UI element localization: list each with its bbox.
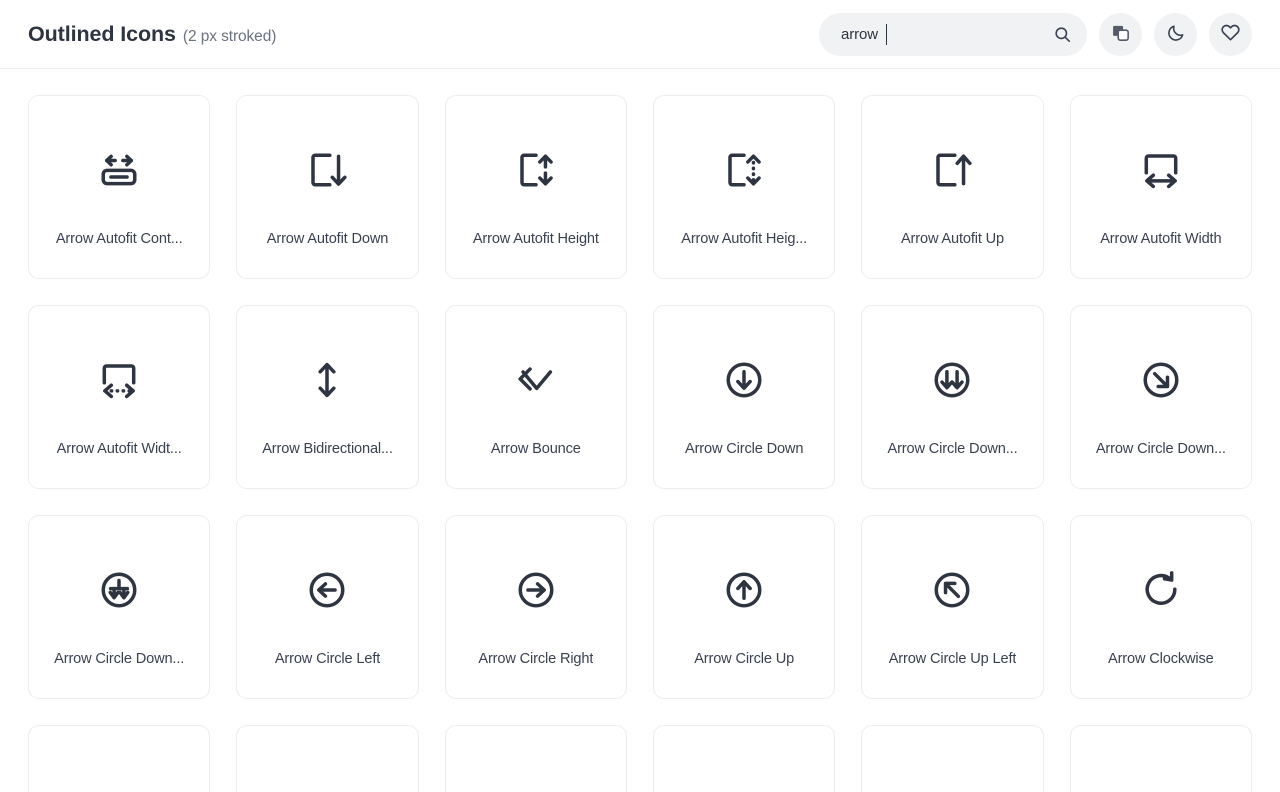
favorites-button[interactable] [1209, 12, 1252, 56]
arrow-clockwise-icon [1140, 559, 1182, 621]
icon-grid: Arrow Autofit Cont... Arrow Autofit Down… [28, 95, 1252, 792]
icon-card[interactable]: Arrow Autofit Height [444, 95, 627, 279]
arrow-circle-down-right-icon [1140, 349, 1182, 411]
arrow-circle-down-double-icon [931, 349, 973, 411]
icon-card-label: Arrow Circle Left [274, 651, 381, 667]
arrow-circle-up-icon [723, 559, 765, 621]
icon-card[interactable]: Arrow Circle Down... [28, 515, 211, 699]
search-icon[interactable] [1051, 23, 1073, 45]
icon-card[interactable]: Arrow Clockwise [1069, 515, 1252, 699]
icon-card[interactable]: Arrow Autofit Widt... [28, 305, 211, 489]
icon-card[interactable]: Arrow Autofit Heig... [652, 95, 836, 279]
arrow-circle-up-left-icon [931, 559, 973, 621]
arrow-autofit-content-icon [98, 139, 140, 201]
arrow-autofit-down-icon [306, 139, 348, 201]
arrow-bidirectional-up-down-icon [306, 349, 348, 411]
icon-card-label: Arrow Circle Down... [1095, 441, 1226, 457]
icon-card[interactable]: Arrow Autofit Up [861, 95, 1044, 279]
icon-card-label: Arrow Clockwise [1108, 651, 1214, 667]
search-field[interactable] [819, 12, 1087, 56]
page-title-subtitle: (2 px stroked) [182, 27, 277, 45]
icon-card[interactable]: Arrow Autofit Down [236, 95, 419, 279]
icon-card-placeholder [652, 725, 836, 792]
arrow-circle-down-split-icon [98, 559, 140, 621]
arrow-autofit-height-icon [515, 139, 557, 201]
icon-card-label: Arrow Bidirectional... [262, 441, 393, 457]
arrow-autofit-up-icon [931, 139, 973, 201]
icon-card-label: Arrow Circle Up Left [888, 651, 1017, 667]
arrow-autofit-height-dotted-icon [723, 139, 765, 201]
icon-card[interactable]: Arrow Bidirectional... [236, 305, 419, 489]
page-title: Outlined Icons (2 px stroked) [28, 22, 276, 47]
heart-icon [1220, 22, 1241, 46]
icon-card[interactable]: Arrow Circle Up [652, 515, 836, 699]
copy-icon [1111, 23, 1131, 46]
icon-card[interactable]: Arrow Circle Down... [1069, 305, 1252, 489]
icon-card[interactable]: Arrow Bounce [444, 305, 627, 489]
arrow-circle-right-icon [515, 559, 557, 621]
icon-card-placeholder [28, 725, 211, 792]
search-input[interactable] [819, 12, 1087, 56]
arrow-autofit-width-icon [1140, 139, 1182, 201]
app-header: Outlined Icons (2 px stroked) [0, 0, 1280, 69]
icon-card[interactable]: Arrow Circle Left [236, 515, 419, 699]
icon-card[interactable]: Arrow Circle Up Left [861, 515, 1044, 699]
header-actions [819, 12, 1252, 56]
icon-card[interactable]: Arrow Circle Right [444, 515, 627, 699]
dark-mode-button[interactable] [1154, 12, 1197, 56]
icon-card-placeholder [1069, 725, 1252, 792]
icon-card-label: Arrow Autofit Up [900, 231, 1005, 247]
icon-card-label: Arrow Circle Right [478, 651, 594, 667]
icon-card-label: Arrow Circle Up [694, 651, 795, 667]
icon-card-label: Arrow Autofit Height [472, 231, 599, 247]
icon-card-label: Arrow Autofit Down [266, 231, 389, 247]
moon-icon [1166, 23, 1186, 46]
icon-card-placeholder [236, 725, 419, 792]
copy-button[interactable] [1099, 12, 1142, 56]
icon-card-label: Arrow Circle Down [685, 441, 804, 457]
arrow-circle-left-icon [306, 559, 348, 621]
icon-card-label: Arrow Circle Down... [887, 441, 1018, 457]
page-title-main: Outlined Icons [28, 21, 176, 46]
icon-card-label: Arrow Autofit Heig... [681, 231, 808, 247]
text-cursor [886, 23, 888, 45]
icon-card-label: Arrow Bounce [490, 441, 581, 457]
icon-card-placeholder [861, 725, 1044, 792]
icon-card-label: Arrow Autofit Cont... [55, 231, 183, 247]
icon-card[interactable]: Arrow Circle Down... [861, 305, 1044, 489]
icon-card[interactable]: Arrow Autofit Cont... [28, 95, 211, 279]
icon-card[interactable]: Arrow Circle Down [652, 305, 836, 489]
icon-card-label: Arrow Autofit Width [1100, 231, 1222, 247]
arrow-autofit-width-dotted-icon [98, 349, 140, 411]
icon-card-label: Arrow Circle Down... [54, 651, 185, 667]
arrow-bounce-icon [515, 349, 557, 411]
arrow-circle-down-icon [723, 349, 765, 411]
icon-card-placeholder [444, 725, 627, 792]
icon-card-label: Arrow Autofit Widt... [56, 441, 182, 457]
icon-grid-area: Arrow Autofit Cont... Arrow Autofit Down… [0, 69, 1280, 792]
icon-card[interactable]: Arrow Autofit Width [1069, 95, 1252, 279]
